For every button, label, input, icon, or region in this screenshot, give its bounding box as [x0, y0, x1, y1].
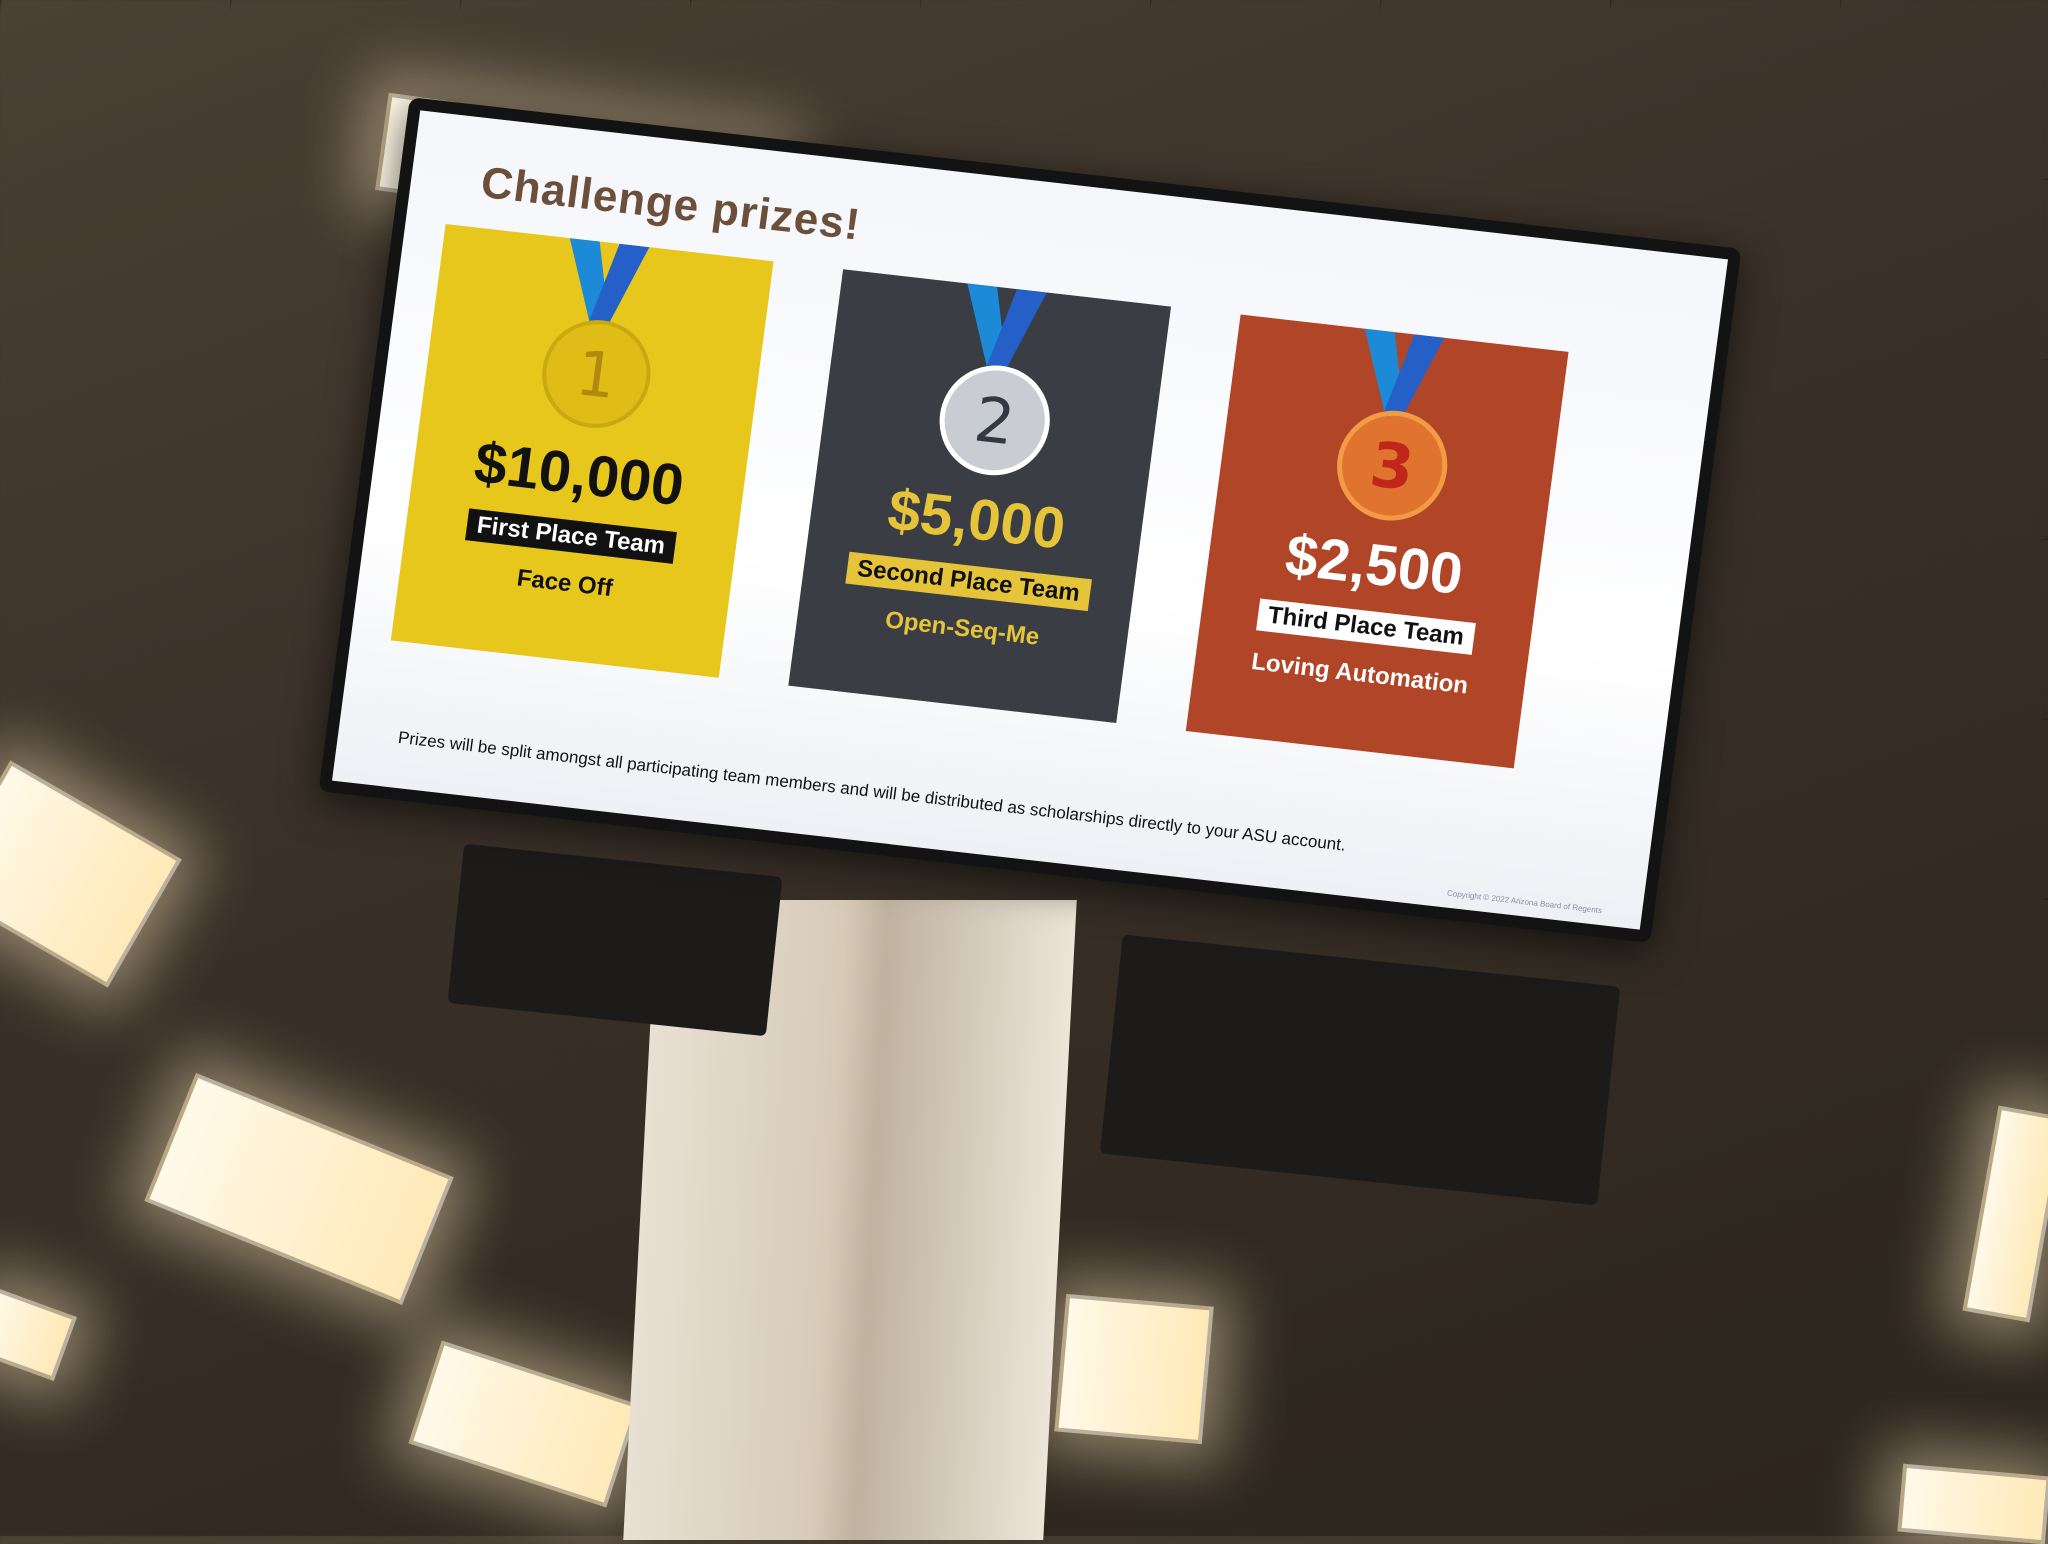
ribbon-icon	[1364, 328, 1445, 414]
ceiling-light	[1897, 1463, 2048, 1544]
medal-icon: 3	[1330, 404, 1455, 527]
mount-bracket	[447, 843, 783, 1037]
copyright: Copyright © 2022 Arizona Board of Regent…	[1446, 888, 1603, 916]
place-label: First Place Team	[465, 508, 677, 564]
ribbon-icon	[967, 283, 1047, 369]
prize-amount: $2,500	[1281, 522, 1467, 608]
prize-card-first: 1 $10,000 First Place Team Face Off	[390, 223, 774, 678]
team-name: Loving Automation	[1249, 648, 1470, 700]
ceiling-light	[1054, 1293, 1214, 1445]
slide: Challenge prizes! 1 $10,000 First Place …	[332, 110, 1728, 930]
prize-card-second: 2 $5,000 Second Place Team Open-Seq-Me	[788, 269, 1172, 724]
medal-icon: 2	[932, 359, 1057, 482]
ribbon-icon	[569, 238, 650, 324]
place-label: Third Place Team	[1256, 598, 1476, 655]
prize-amount: $10,000	[470, 430, 688, 519]
prize-card-third: 3 $2,500 Third Place Team Loving Automat…	[1185, 314, 1569, 769]
medal-icon: 1	[535, 314, 658, 434]
team-name: Face Off	[515, 564, 615, 603]
